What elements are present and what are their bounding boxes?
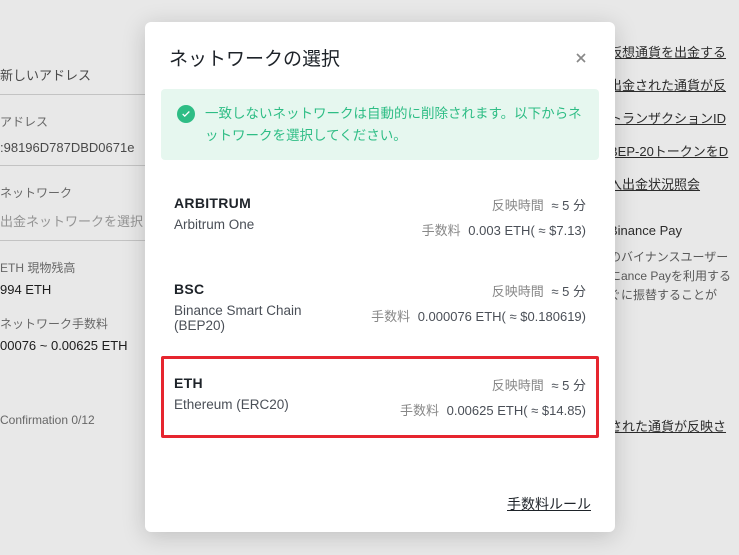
- modal-title: ネットワークの選択: [169, 44, 340, 71]
- network-time: 反映時間 ≈ 5 分: [371, 281, 586, 300]
- modal-body[interactable]: 一致しないネットワークは自動的に削除されます。以下からネットワークを選択してくだ…: [145, 89, 615, 478]
- modal-header: ネットワークの選択: [145, 22, 615, 89]
- network-option-arbitrum[interactable]: ARBITRUM Arbitrum One 反映時間 ≈ 5 分手数料 0.003 …: [161, 176, 599, 258]
- network-option-bsc[interactable]: BSC Binance Smart Chain (BEP20) 反映時間 ≈ 5 分…: [161, 262, 599, 352]
- network-name: Arbitrum One: [174, 217, 254, 232]
- network-time: 反映時間 ≈ 5 分: [400, 375, 586, 394]
- network-name: Ethereum (ERC20): [174, 397, 289, 412]
- network-fee: 手数料 0.003 ETH( ≈ $7.13): [422, 220, 586, 239]
- close-button[interactable]: [571, 48, 591, 68]
- network-fee: 手数料 0.00625 ETH( ≈ $14.85): [400, 400, 586, 419]
- network-fee: 手数料 0.000076 ETH( ≈ $0.180619): [371, 306, 586, 325]
- modal-footer: 手数料ルール: [145, 478, 615, 532]
- info-text: 一致しないネットワークは自動的に削除されます。以下からネットワークを選択してくだ…: [205, 103, 583, 146]
- network-symbol: ARBITRUM: [174, 195, 254, 211]
- network-time: 反映時間 ≈ 5 分: [422, 195, 586, 214]
- network-symbol: ETH: [174, 375, 289, 391]
- network-name: Binance Smart Chain (BEP20): [174, 303, 344, 333]
- network-option-eth[interactable]: ETH Ethereum (ERC20) 反映時間 ≈ 5 分手数料 0.00625…: [161, 356, 599, 438]
- network-symbol: BSC: [174, 281, 344, 297]
- fee-rules-link[interactable]: 手数料ルール: [507, 496, 591, 512]
- close-icon: [573, 50, 589, 66]
- info-banner: 一致しないネットワークは自動的に削除されます。以下からネットワークを選択してくだ…: [161, 89, 599, 160]
- check-circle-icon: [177, 105, 195, 123]
- network-select-modal: ネットワークの選択 一致しないネットワークは自動的に削除されます。以下からネット…: [145, 22, 615, 532]
